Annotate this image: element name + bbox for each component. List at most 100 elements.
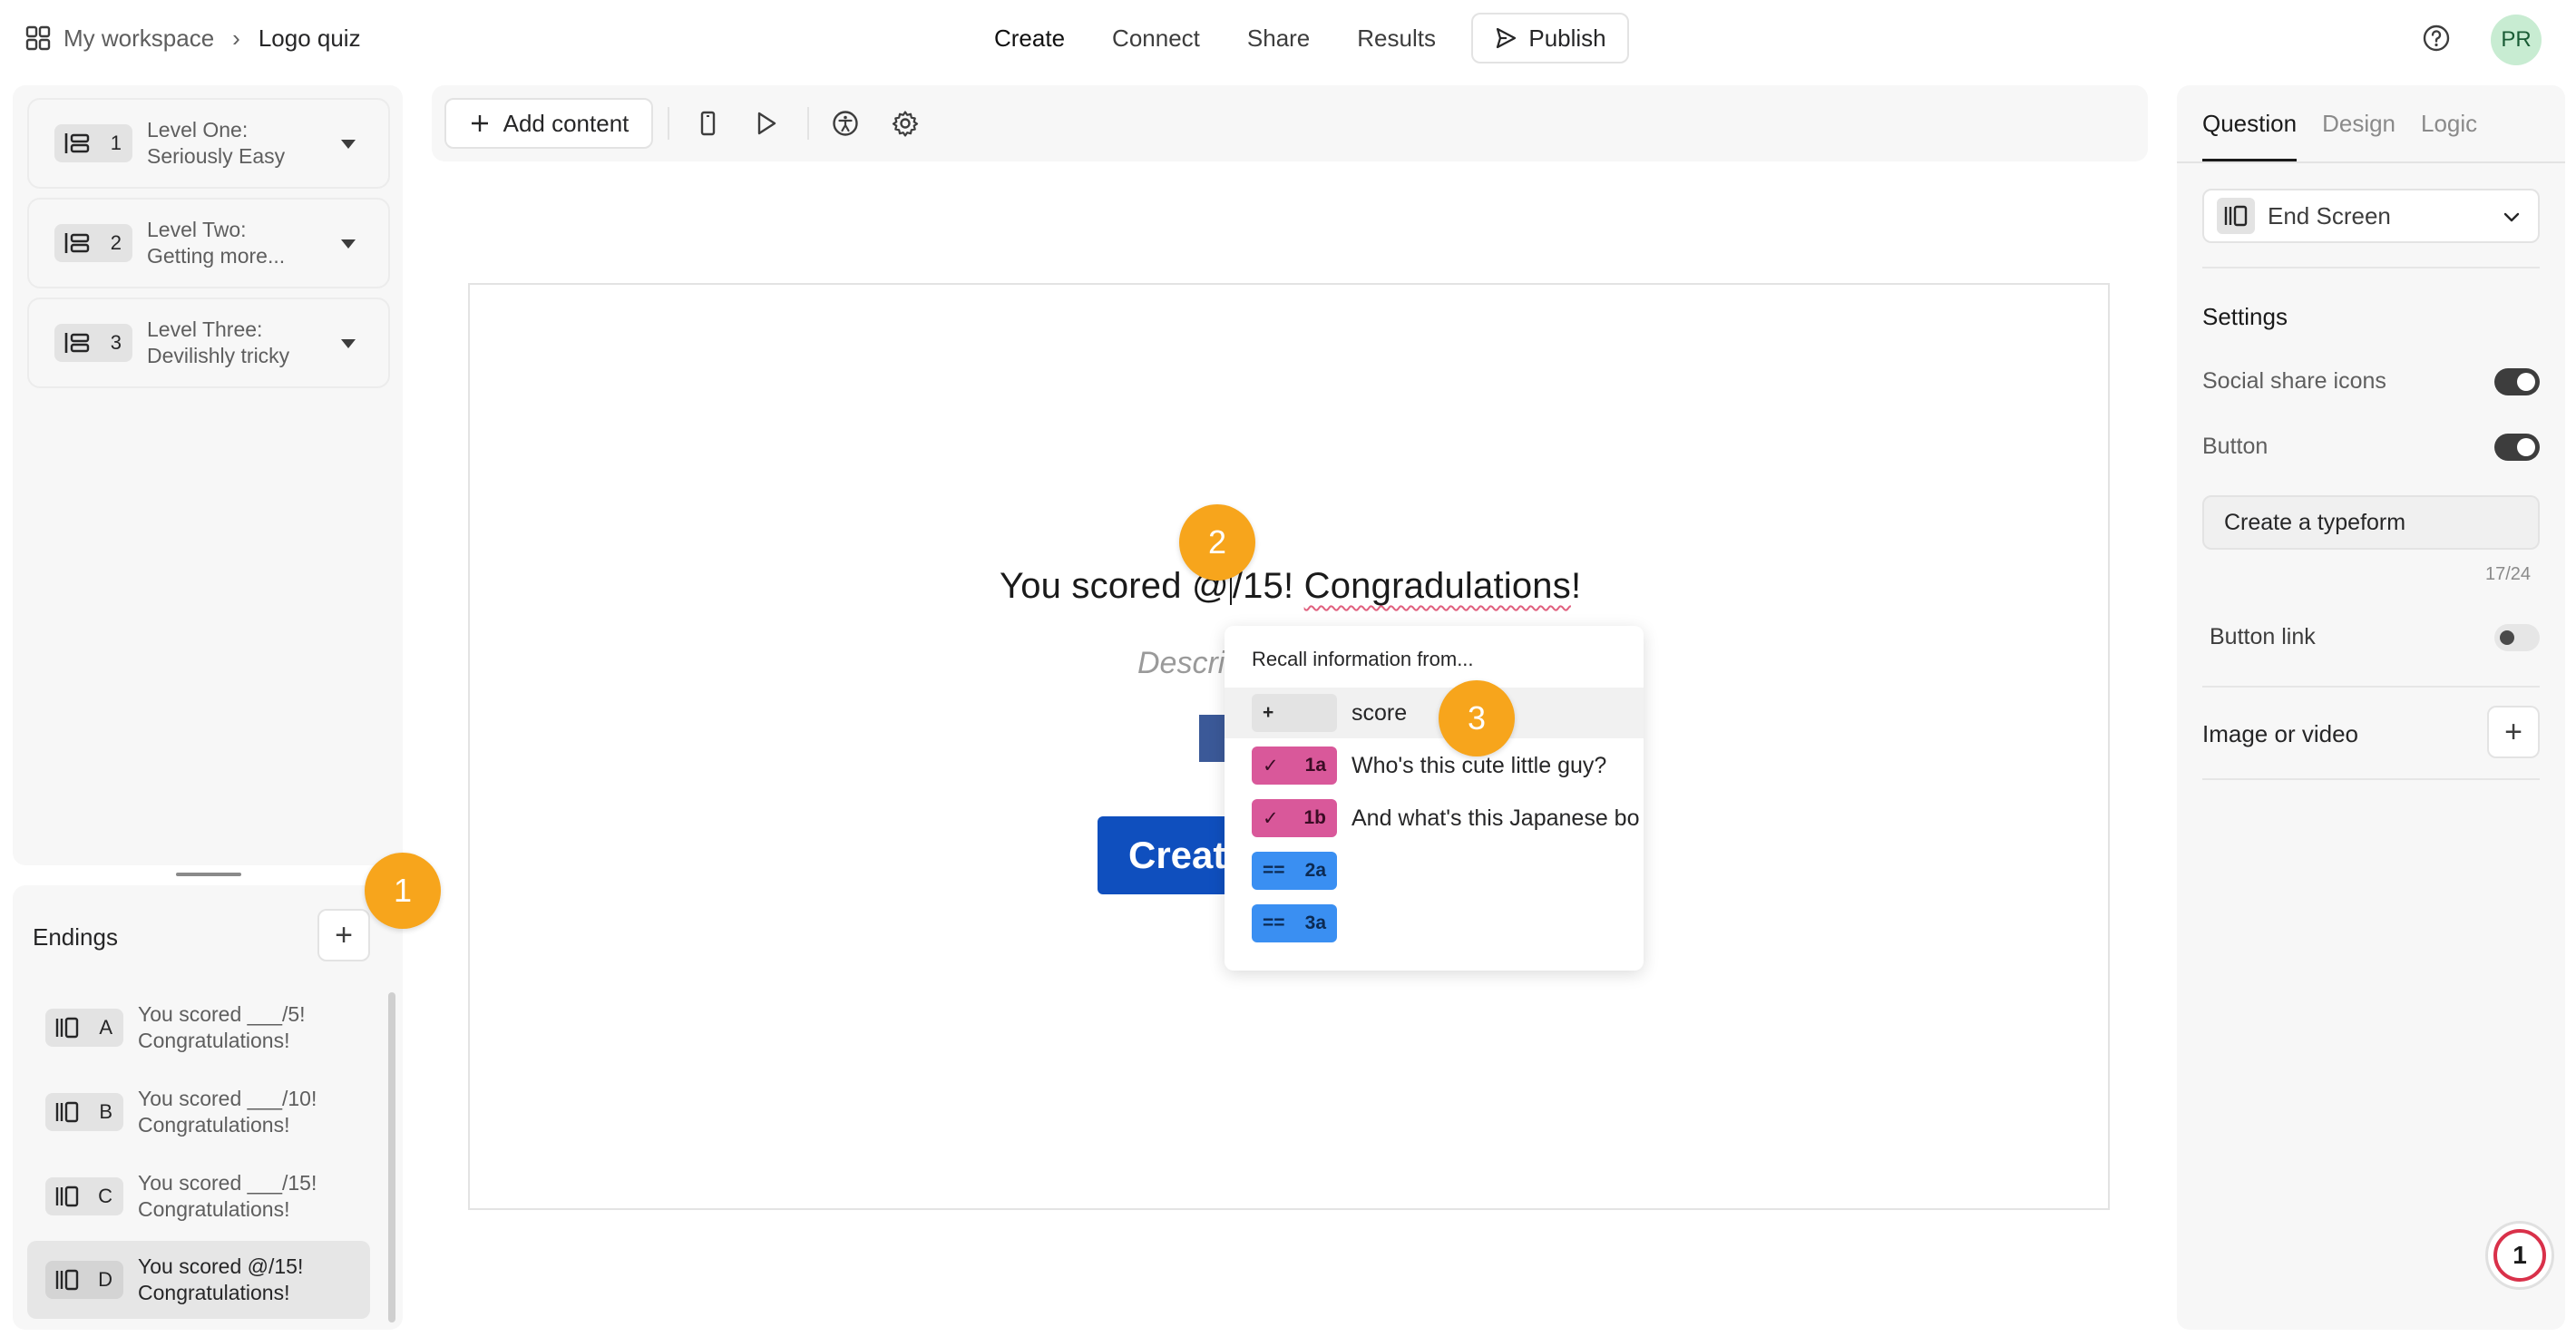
question-title-line2: Seriously Easy (147, 144, 286, 168)
nav-connect[interactable]: Connect (1088, 13, 1224, 63)
recall-badge: + (1252, 694, 1337, 732)
ending-badge: B (45, 1093, 123, 1131)
recall-item-3a[interactable]: == 3a (1225, 898, 1644, 949)
character-counter: 17/24 (2485, 564, 2532, 584)
multiple-choice-icon (64, 233, 90, 253)
ending-letter: D (98, 1268, 112, 1291)
question-title: Level Two: Getting more... (147, 217, 328, 269)
ending-title-line2: Congratulations! (138, 1029, 290, 1052)
ending-title-line2: Congratulations! (138, 1197, 290, 1221)
tab-design[interactable]: Design (2322, 105, 2395, 161)
question-card-1[interactable]: 1 Level One: Seriously Easy (27, 98, 390, 189)
endings-scrollbar[interactable] (388, 992, 395, 1322)
mobile-preview-icon[interactable] (693, 109, 722, 138)
ending-title: You scored ___/5! Congratulations! (138, 1001, 306, 1054)
ending-title: You scored ___/10! Congratulations! (138, 1086, 317, 1138)
end-screen-icon (55, 1269, 79, 1291)
misspelled-word[interactable]: Congradulations (1304, 566, 1571, 606)
button-link-label: Button link (2210, 624, 2316, 649)
tabs-divider (2177, 161, 2565, 163)
publish-label: Publish (1528, 24, 1606, 52)
play-icon[interactable] (751, 109, 780, 138)
button-text-input[interactable]: Create a typeform (2202, 495, 2540, 550)
add-ending-button[interactable]: + (317, 909, 370, 961)
social-share-toggle[interactable] (2494, 368, 2540, 395)
recall-item-1b[interactable]: ✓ 1b And what's this Japanese bo (1225, 793, 1644, 844)
ending-item-a[interactable]: A You scored ___/5! Congratulations! (27, 989, 370, 1067)
multiple-choice-icon (64, 133, 90, 153)
recall-badge-number: 1a (1304, 755, 1326, 776)
ending-title: You scored @/15! Congratulations! (138, 1254, 303, 1306)
check-icon: ✓ (1263, 755, 1279, 776)
accessibility-icon[interactable] (831, 109, 860, 138)
annotation-marker-1: 1 (365, 853, 441, 929)
nav-results[interactable]: Results (1333, 13, 1459, 63)
panel-resize-handle[interactable] (176, 873, 241, 876)
recall-badge-number: 3a (1304, 912, 1326, 933)
recall-item-label: score (1351, 699, 1408, 726)
publish-button[interactable]: Publish (1471, 13, 1629, 63)
nav-share[interactable]: Share (1224, 13, 1333, 63)
ending-letter: C (98, 1185, 112, 1207)
ending-badge: A (45, 1009, 123, 1047)
toolbar-divider (807, 107, 809, 140)
question-title: Level One: Seriously Easy (147, 117, 328, 170)
question-title-line1: Level Two: (147, 218, 247, 241)
annotation-marker-2: 2 (1179, 504, 1255, 581)
question-card-2[interactable]: 2 Level Two: Getting more... (27, 198, 390, 288)
recall-item-1a[interactable]: ✓ 1a Who's this cute little guy? (1225, 740, 1644, 791)
avatar[interactable]: PR (2491, 15, 2542, 65)
toolbar-divider (668, 107, 669, 140)
ending-item-b[interactable]: B You scored ___/10! Congratulations! (27, 1073, 370, 1151)
add-content-button[interactable]: Add content (444, 98, 653, 149)
recall-dropdown: Recall information from... + score ✓ 1a … (1225, 626, 1644, 971)
recall-item-2a[interactable]: == 2a (1225, 845, 1644, 896)
ending-badge: D (45, 1261, 123, 1299)
screen-type-select[interactable]: End Screen (2202, 189, 2540, 243)
plus-icon: + (1263, 702, 1274, 723)
recall-badge: == 3a (1252, 904, 1337, 942)
ending-letter: A (99, 1016, 112, 1039)
ending-title-line1: You scored @/15! (138, 1254, 304, 1278)
caret-down-icon[interactable] (341, 140, 356, 149)
ending-letter: B (99, 1100, 112, 1123)
end-screen-icon (2217, 198, 2255, 234)
grid-icon[interactable] (25, 25, 51, 51)
ending-item-c[interactable]: C You scored ___/15! Congratulations! (27, 1157, 370, 1235)
button-link-toggle[interactable] (2494, 624, 2540, 651)
caret-down-icon[interactable] (341, 239, 356, 249)
button-toggle[interactable] (2494, 434, 2540, 461)
plus-icon: + (335, 917, 353, 952)
social-share-label: Social share icons (2202, 368, 2386, 394)
short-text-icon: == (1263, 860, 1285, 881)
caret-down-icon[interactable] (341, 339, 356, 348)
gear-icon[interactable] (891, 109, 920, 138)
recall-badge: ✓ 1a (1252, 747, 1337, 785)
notification-bubble[interactable]: 1 (2485, 1221, 2554, 1290)
notification-count: 1 (2493, 1229, 2546, 1282)
recall-badge-number: 1b (1303, 807, 1326, 828)
form-name[interactable]: Logo quiz (259, 24, 361, 53)
section-divider (2202, 778, 2540, 780)
button-toggle-label: Button (2202, 434, 2269, 459)
end-screen-icon (55, 1017, 79, 1039)
top-bar: My workspace › Logo quiz Create Connect … (0, 0, 2576, 76)
recall-badge: == 2a (1252, 852, 1337, 890)
help-icon[interactable] (2422, 24, 2451, 53)
add-media-button[interactable]: + (2487, 706, 2540, 758)
nav-create[interactable]: Create (971, 13, 1088, 63)
tab-question[interactable]: Question (2202, 105, 2298, 161)
recall-item-score[interactable]: + score (1225, 688, 1644, 738)
workspace-link[interactable]: My workspace (63, 24, 214, 53)
end-screen-icon (55, 1186, 79, 1207)
tab-logic[interactable]: Logic (2421, 105, 2477, 161)
check-icon: ✓ (1263, 807, 1279, 829)
ending-item-d[interactable]: D You scored @/15! Congratulations! (27, 1241, 370, 1319)
end-screen-icon (55, 1101, 79, 1123)
end-screen-headline[interactable]: You scored @/15! Congradulations! (1000, 566, 1581, 607)
description-placeholder[interactable]: Descri (1137, 646, 1225, 681)
question-title-line1: Level One: (147, 118, 249, 142)
send-icon (1497, 27, 1517, 49)
recall-item-label: And what's this Japanese bo (1351, 805, 1640, 831)
question-card-3[interactable]: 3 Level Three: Devilishly tricky (27, 298, 390, 388)
